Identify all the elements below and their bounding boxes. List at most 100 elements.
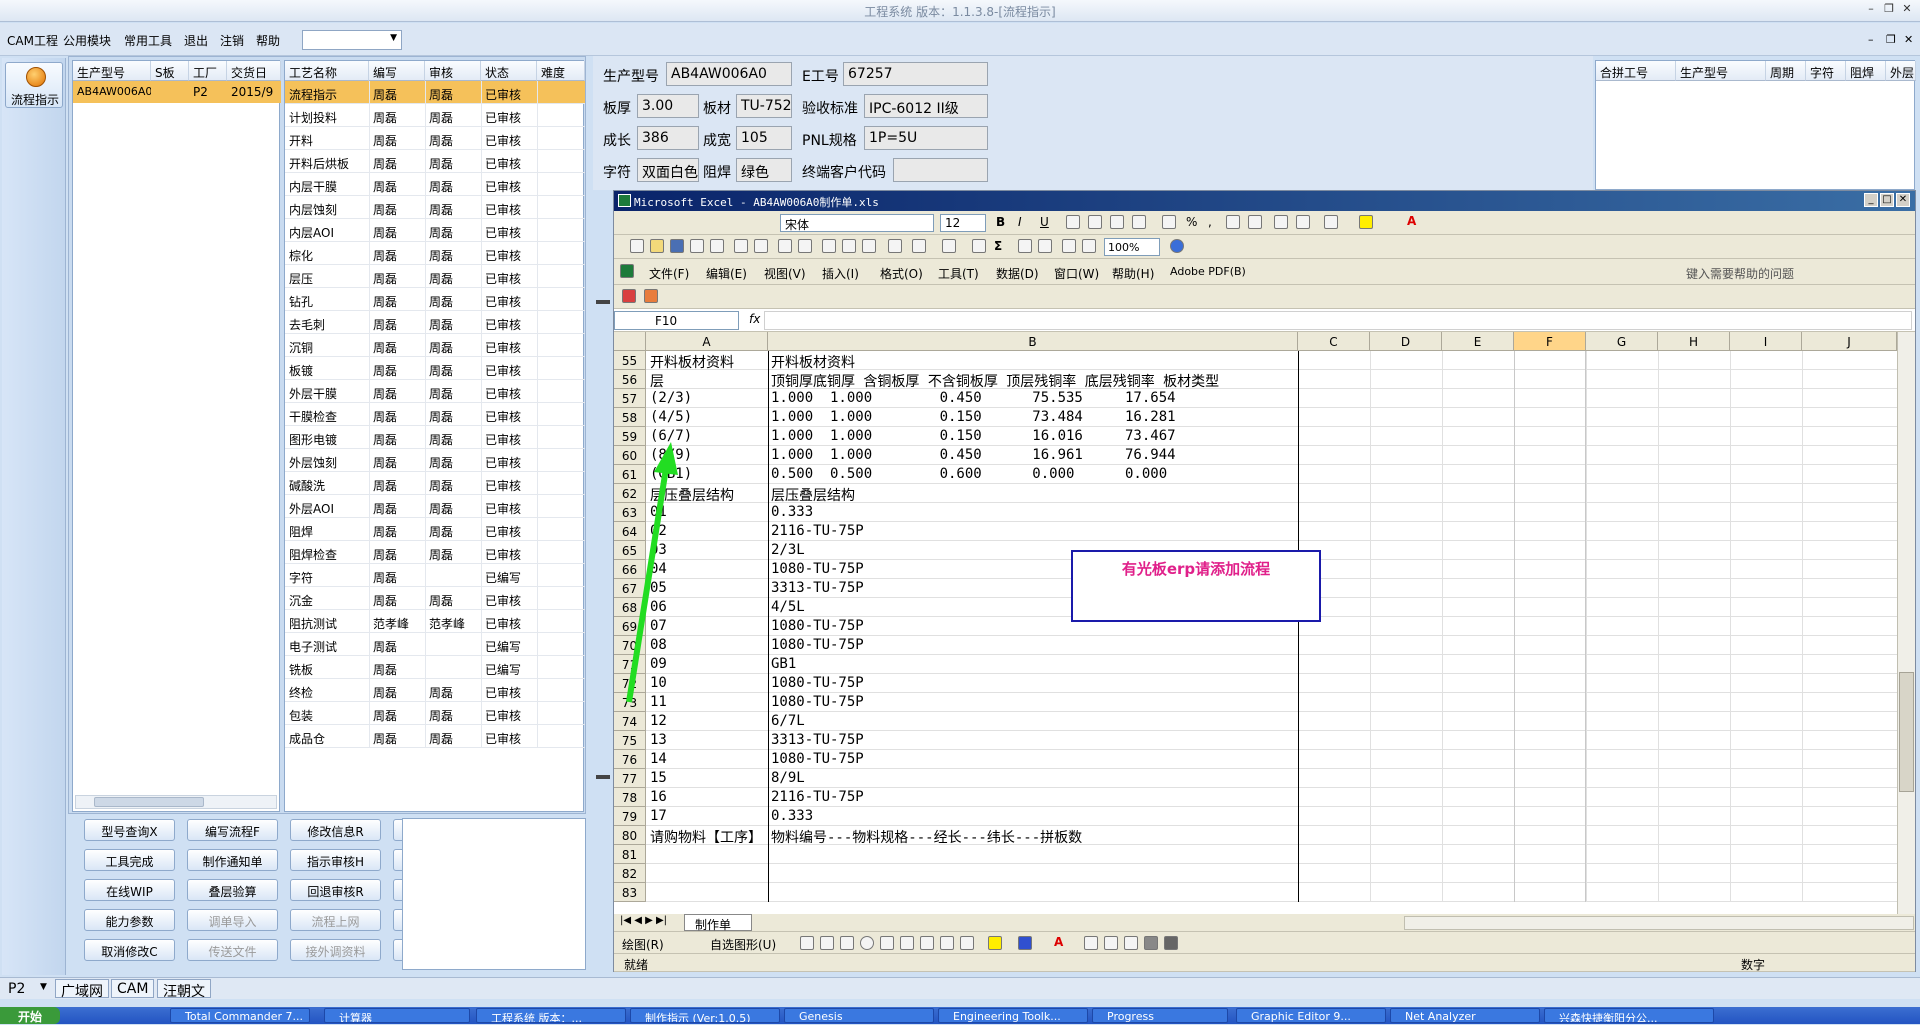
table-row[interactable]: 钻孔 周磊 周磊 已审核 — [285, 288, 585, 311]
table-row[interactable]: 终检 周磊 周磊 已审核 — [285, 679, 585, 702]
splitter-mark-2[interactable] — [596, 775, 610, 779]
table-row[interactable]: 板镀 周磊 周磊 已审核 — [285, 357, 585, 380]
header-reviewer[interactable]: 审核 — [425, 61, 481, 81]
taskbar-item[interactable]: 计算器 — [324, 1008, 470, 1023]
header-outer[interactable]: 外层 — [1886, 61, 1916, 81]
menu-cam[interactable]: CAM工程 — [7, 32, 58, 49]
action-button[interactable]: 修改信息R — [290, 819, 381, 841]
scroll-thumb[interactable] — [94, 797, 204, 807]
action-button[interactable]: 回退审核R — [290, 879, 381, 901]
arrow-icon[interactable] — [820, 936, 834, 950]
undo-icon[interactable] — [912, 239, 926, 253]
header-delivery[interactable]: 交货日 — [227, 61, 281, 81]
table-row[interactable]: 阻焊检查 周磊 周磊 已审核 — [285, 541, 585, 564]
taskbar-item[interactable]: Engineering Toolk... — [938, 1008, 1088, 1023]
field-customer[interactable] — [893, 158, 988, 182]
excel-minimize-icon[interactable]: _ — [1864, 193, 1878, 207]
shadow-icon[interactable] — [1144, 936, 1158, 950]
align-right-icon[interactable] — [1110, 215, 1124, 229]
draw-menu[interactable]: 绘图(R) — [622, 936, 664, 953]
table-row[interactable]: 阻抗测试 范孝峰 范孝峰 已审核 — [285, 610, 585, 633]
header-writer[interactable]: 编写 — [369, 61, 425, 81]
table-row[interactable]: 外层AOI 周磊 周磊 已审核 — [285, 495, 585, 518]
hyperlink-icon[interactable] — [972, 239, 986, 253]
action-button[interactable]: 接外调资料 — [290, 939, 381, 961]
header-process[interactable]: 工艺名称 — [285, 61, 369, 81]
field-thickness[interactable]: 3.00 — [637, 94, 699, 118]
indent-icon[interactable] — [1296, 215, 1310, 229]
outdent-icon[interactable] — [1274, 215, 1288, 229]
taskbar-item[interactable]: 兴森快捷衡阳分公... — [1544, 1008, 1714, 1023]
currency-icon[interactable] — [1162, 215, 1176, 229]
header-model[interactable]: 生产型号 — [73, 61, 151, 81]
mdi-close-icon[interactable]: ✕ — [1904, 33, 1913, 46]
close-icon[interactable]: ✕ — [1898, 2, 1916, 18]
action-button[interactable]: 编写流程F — [187, 819, 278, 841]
save-icon[interactable] — [670, 239, 684, 253]
mdi-restore-icon[interactable]: ❐ — [1886, 33, 1896, 46]
excel-menu-pdf[interactable]: Adobe PDF(B) — [1170, 265, 1246, 278]
copy-icon[interactable] — [842, 239, 856, 253]
arrow-style-icon[interactable] — [1124, 936, 1138, 950]
minimize-icon[interactable]: – — [1862, 2, 1880, 18]
picture-icon[interactable] — [960, 936, 974, 950]
textbox-icon[interactable] — [880, 936, 894, 950]
menu-exit[interactable]: 退出 — [184, 32, 208, 49]
excel-menu-view[interactable]: 视图(V) — [764, 265, 806, 282]
excel-menu-format[interactable]: 格式(O) — [880, 265, 923, 282]
line-color-icon[interactable] — [1018, 936, 1032, 950]
restore-icon[interactable]: ❐ — [1880, 2, 1898, 18]
header-mask[interactable]: 阻焊 — [1846, 61, 1886, 81]
excel-menu-window[interactable]: 窗口(W) — [1054, 265, 1099, 282]
email-icon[interactable] — [710, 239, 724, 253]
header-char[interactable]: 字符 — [1806, 61, 1846, 81]
sort-asc-icon[interactable] — [1018, 239, 1032, 253]
header-cycle[interactable]: 周期 — [1766, 61, 1806, 81]
rectangle-icon[interactable] — [840, 936, 854, 950]
table-row[interactable]: 棕化 周磊 周磊 已审核 — [285, 242, 585, 265]
mdi-minimize-icon[interactable]: – — [1868, 33, 1874, 46]
tab-nav-icon[interactable]: |◀ ◀ ▶ ▶| — [620, 915, 667, 926]
menu-common-module[interactable]: 公用模块 — [63, 32, 111, 49]
taskbar-item[interactable]: Net Analyzer — [1390, 1008, 1540, 1023]
action-button[interactable]: 工具完成 — [84, 849, 175, 871]
merge-icon[interactable] — [1132, 215, 1146, 229]
taskbar-item[interactable]: Genesis — [784, 1008, 934, 1023]
size-select[interactable]: 12 — [940, 214, 986, 232]
header-difficulty[interactable]: 难度 — [537, 61, 585, 81]
excel-menu-edit[interactable]: 编辑(E) — [706, 265, 747, 282]
table-row[interactable]: 包装 周磊 周磊 已审核 — [285, 702, 585, 725]
autoshape-menu[interactable]: 自选图形(U) — [710, 936, 776, 953]
table-row[interactable]: 计划投料 周磊 周磊 已审核 — [285, 104, 585, 127]
table-row[interactable]: 沉金 周磊 周磊 已审核 — [285, 587, 585, 610]
excel-menu-tools[interactable]: 工具(T) — [938, 265, 979, 282]
italic-icon[interactable]: I — [1018, 215, 1022, 229]
factory-select[interactable]: P2 — [8, 981, 25, 997]
field-soldermask[interactable]: 绿色 — [736, 158, 792, 182]
borders-icon[interactable] — [1324, 215, 1338, 229]
draw-font-color-icon[interactable]: A — [1054, 935, 1063, 949]
tab-user[interactable]: 汪朝文 — [157, 979, 211, 1000]
table-row[interactable]: AB4AW006A0 P2 2015/9 — [73, 81, 281, 103]
underline-icon[interactable]: U — [1040, 215, 1049, 229]
format-painter-icon[interactable] — [888, 239, 902, 253]
permission-icon[interactable] — [690, 239, 704, 253]
field-material[interactable]: TU-752 — [736, 94, 792, 118]
table-row[interactable]: 内层AOI 周磊 周磊 已审核 — [285, 219, 585, 242]
action-button[interactable]: 叠层验算 — [187, 879, 278, 901]
excel-close-icon[interactable]: ✕ — [1896, 193, 1910, 207]
pdf-convert-icon[interactable] — [622, 289, 636, 303]
help-question-input[interactable]: 键入需要帮助的问题 — [1686, 265, 1794, 282]
taskbar-item[interactable]: Total Commander 7... — [170, 1008, 310, 1023]
wordart-icon[interactable] — [900, 936, 914, 950]
taskbar-item[interactable]: Graphic Editor 9... — [1236, 1008, 1386, 1023]
spelling-icon[interactable] — [778, 239, 792, 253]
research-icon[interactable] — [798, 239, 812, 253]
table-row[interactable]: 碱酸洗 周磊 周磊 已审核 — [285, 472, 585, 495]
excel-menu-data[interactable]: 数据(D) — [996, 265, 1039, 282]
table-row[interactable]: 流程指示 周磊 周磊 已审核 — [285, 81, 585, 104]
splitter-mark[interactable] — [596, 300, 610, 304]
table-row[interactable]: 内层蚀刻 周磊 周磊 已审核 — [285, 196, 585, 219]
action-button[interactable]: 指示审核H — [290, 849, 381, 871]
help-icon[interactable] — [1170, 239, 1184, 253]
